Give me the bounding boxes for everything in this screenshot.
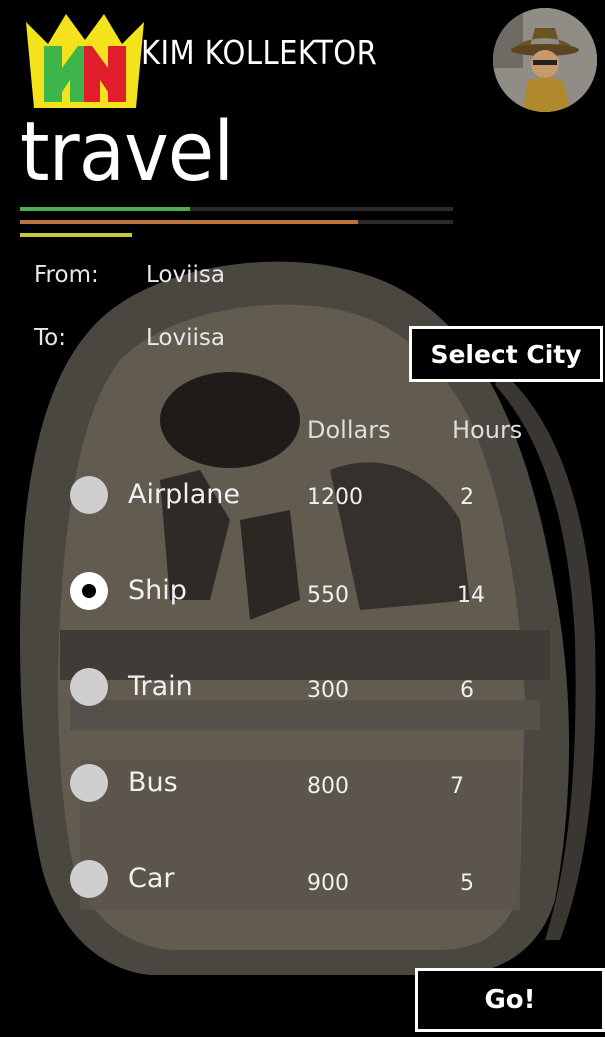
transport-dollars: 900 (307, 871, 349, 896)
transport-dollars: 1200 (307, 485, 363, 510)
from-value: Loviisa (146, 262, 225, 288)
progress-bar-yellow (20, 233, 132, 237)
radio-icon[interactable] (70, 572, 108, 610)
app-title: KIM KOLLEKTOR (141, 33, 378, 72)
radio-icon[interactable] (70, 860, 108, 898)
transport-mode-label: Airplane (128, 479, 240, 510)
radio-icon[interactable] (70, 476, 108, 514)
transport-dollars: 800 (307, 774, 349, 799)
transport-hours: 2 (460, 485, 474, 510)
transport-mode-label: Bus (128, 767, 178, 798)
avatar-detective-icon (493, 8, 597, 112)
column-header-hours: Hours (452, 416, 523, 444)
transport-mode-label: Ship (128, 575, 187, 606)
radio-selected-dot (82, 584, 96, 598)
from-label: From: (34, 262, 99, 288)
to-value: Loviisa (146, 325, 225, 351)
avatar[interactable] (493, 8, 597, 112)
transport-hours: 14 (457, 583, 485, 608)
page-title: travel (20, 105, 234, 200)
select-city-button[interactable]: Select City (409, 326, 603, 382)
crown-logo-icon (26, 14, 144, 108)
transport-hours: 6 (460, 678, 474, 703)
transport-mode-label: Car (128, 863, 175, 894)
transport-dollars: 300 (307, 678, 349, 703)
progress-bar-green (20, 207, 190, 211)
go-button[interactable]: Go! (415, 968, 605, 1032)
transport-mode-label: Train (128, 671, 193, 702)
to-label: To: (34, 325, 66, 351)
radio-icon[interactable] (70, 668, 108, 706)
transport-hours: 7 (450, 774, 464, 799)
transport-dollars: 550 (307, 583, 349, 608)
transport-hours: 5 (460, 871, 474, 896)
radio-icon[interactable] (70, 764, 108, 802)
progress-bar-orange (20, 220, 358, 224)
column-header-dollars: Dollars (307, 416, 391, 444)
